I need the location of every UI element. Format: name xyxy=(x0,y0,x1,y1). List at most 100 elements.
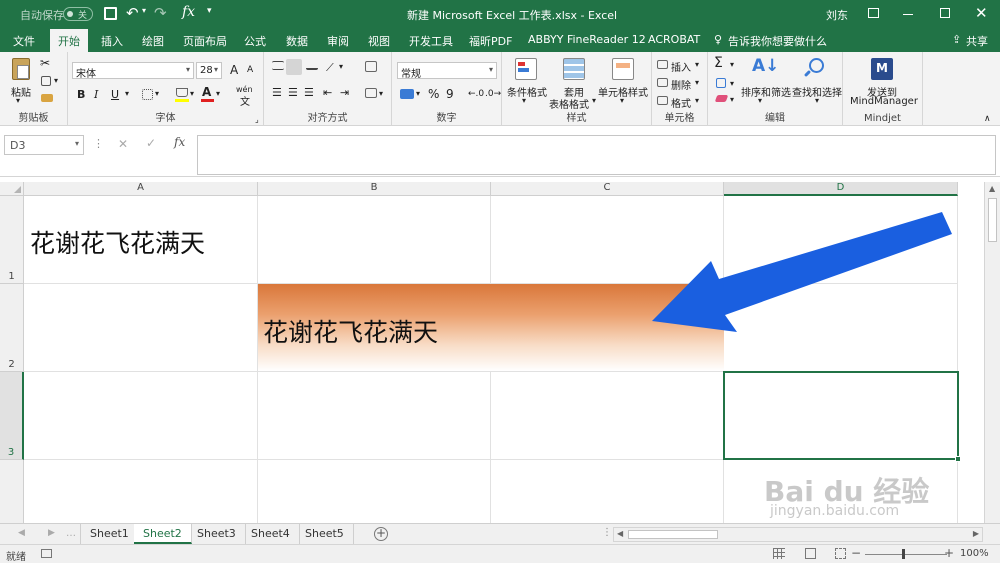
tab-acrobat[interactable]: ACROBAT xyxy=(648,33,700,46)
format-cells-button[interactable]: 格式 xyxy=(671,95,691,110)
merge-center-icon[interactable] xyxy=(365,88,377,98)
sheet-tab-5[interactable]: Sheet5 xyxy=(296,524,354,544)
fill-dropdown-icon[interactable]: ▾ xyxy=(730,79,734,88)
find-select-dropdown-icon[interactable]: ▾ xyxy=(815,96,819,105)
tab-more-icon[interactable]: … xyxy=(66,528,76,539)
font-name-combo[interactable]: 宋体 ▾ xyxy=(72,62,194,80)
align-middle-icon[interactable] xyxy=(286,59,302,75)
delete-cells-button[interactable]: 删除 xyxy=(671,77,691,92)
fill-icon[interactable] xyxy=(716,78,726,88)
redo-icon[interactable]: ↷ xyxy=(154,4,167,22)
conditional-formatting-button[interactable]: 条件格式 xyxy=(507,84,547,99)
tab-data[interactable]: 数据 xyxy=(286,33,308,49)
delete-dropdown-icon[interactable]: ▾ xyxy=(695,78,699,87)
formula-input[interactable] xyxy=(197,135,996,175)
font-color-icon[interactable]: A xyxy=(202,85,211,99)
undo-icon[interactable]: ↶ xyxy=(126,4,139,22)
tab-developer[interactable]: 开发工具 xyxy=(409,33,453,49)
clear-icon[interactable] xyxy=(714,95,729,102)
align-bottom-icon[interactable] xyxy=(306,64,318,70)
cut-icon[interactable]: ✂ xyxy=(40,56,50,70)
conditional-formatting-icon[interactable] xyxy=(515,58,537,80)
format-as-table-dropdown-icon[interactable]: ▾ xyxy=(592,96,596,105)
comma-style-button[interactable]: 9 xyxy=(446,87,454,101)
sheet-tab-1[interactable]: Sheet1 xyxy=(80,524,139,544)
orientation-icon[interactable]: ⟋ xyxy=(326,61,334,75)
mindmanager-button[interactable]: MindManager xyxy=(850,96,918,107)
sheet-tab-4[interactable]: Sheet4 xyxy=(242,524,300,544)
number-format-combo[interactable]: 常规 ▾ xyxy=(397,62,497,80)
tab-home[interactable]: 开始 xyxy=(50,29,88,52)
find-select-icon[interactable] xyxy=(809,58,824,73)
page-break-view-icon[interactable] xyxy=(835,548,846,559)
sort-filter-button[interactable]: 排序和筛选 xyxy=(741,84,791,99)
font-dialog-launcher-icon[interactable]: ⌟ xyxy=(255,115,259,124)
formula-bar-drag-icon[interactable]: ⋮ xyxy=(93,137,104,150)
mindmanager-icon[interactable]: M xyxy=(871,58,893,80)
insert-dropdown-icon[interactable]: ▾ xyxy=(695,60,699,69)
align-center-icon[interactable]: ☰ xyxy=(288,86,298,99)
cell-styles-dropdown-icon[interactable]: ▾ xyxy=(620,96,624,105)
cancel-entry-icon[interactable]: ✕ xyxy=(118,137,128,151)
close-icon[interactable]: ✕ xyxy=(975,4,988,22)
maximize-icon[interactable] xyxy=(940,8,950,18)
shrink-font-icon[interactable]: A xyxy=(247,65,253,75)
new-sheet-button[interactable]: + xyxy=(374,527,388,541)
undo-dropdown-icon[interactable]: ▾ xyxy=(142,6,146,15)
autosum-dropdown-icon[interactable]: ▾ xyxy=(730,60,734,69)
tab-formulas[interactable]: 公式 xyxy=(244,33,266,49)
fill-color-dropdown-icon[interactable]: ▾ xyxy=(190,89,194,98)
format-as-table-icon[interactable] xyxy=(563,58,585,80)
increase-indent-icon[interactable]: ⇥ xyxy=(340,86,349,99)
accounting-format-icon[interactable] xyxy=(400,89,414,99)
ribbon-display-icon[interactable] xyxy=(868,8,879,18)
autosave-toggle[interactable]: 关 xyxy=(63,7,93,21)
tell-me-search[interactable]: 告诉我你想要做什么 xyxy=(728,33,827,49)
underline-button[interactable]: U xyxy=(111,88,119,101)
vertical-scroll-thumb[interactable] xyxy=(988,198,997,242)
accounting-dropdown-icon[interactable]: ▾ xyxy=(416,89,420,98)
copy-dropdown-icon[interactable]: ▾ xyxy=(54,76,58,85)
confirm-entry-icon[interactable]: ✓ xyxy=(146,136,156,150)
font-size-combo[interactable]: 28 ▾ xyxy=(196,62,222,79)
vertical-scrollbar[interactable]: ▲ xyxy=(984,182,1000,523)
zoom-slider[interactable] xyxy=(865,554,947,555)
borders-dropdown-icon[interactable]: ▾ xyxy=(155,89,159,98)
decrease-indent-icon[interactable]: ⇤ xyxy=(323,86,332,99)
zoom-slider-thumb[interactable] xyxy=(902,549,905,559)
grow-font-icon[interactable]: A xyxy=(230,63,238,77)
tab-scroll-left-icon[interactable]: ◀ xyxy=(18,528,25,538)
tab-view[interactable]: 视图 xyxy=(368,33,390,49)
increase-decimal-icon[interactable]: ←.0 xyxy=(468,89,484,99)
insert-function-icon[interactable]: fx xyxy=(174,135,185,149)
cell-styles-icon[interactable] xyxy=(612,58,634,80)
zoom-out-button[interactable]: − xyxy=(851,546,861,560)
conditional-formatting-dropdown-icon[interactable]: ▾ xyxy=(522,96,526,105)
autosum-icon[interactable]: Σ xyxy=(714,55,723,71)
paste-icon[interactable] xyxy=(12,58,30,80)
paste-button[interactable]: 粘贴 xyxy=(11,84,31,99)
tab-foxit-pdf[interactable]: 福昕PDF xyxy=(469,33,512,49)
horizontal-scrollbar[interactable]: ◀ ▶ xyxy=(613,527,983,542)
borders-icon[interactable] xyxy=(142,89,153,100)
sort-filter-dropdown-icon[interactable]: ▾ xyxy=(758,96,762,105)
font-color-dropdown-icon[interactable]: ▾ xyxy=(216,89,220,98)
insert-cells-button[interactable]: 插入 xyxy=(671,59,691,74)
align-left-icon[interactable]: ☰ xyxy=(272,86,282,99)
sheet-tab-3[interactable]: Sheet3 xyxy=(188,524,246,544)
align-right-icon[interactable]: ☰ xyxy=(304,86,314,99)
sort-filter-icon[interactable]: A↓ xyxy=(752,56,779,76)
tab-review[interactable]: 审阅 xyxy=(327,33,349,49)
user-name[interactable]: 刘东 xyxy=(826,7,848,23)
share-icon[interactable]: ⇪ xyxy=(952,33,961,46)
wrap-text-icon[interactable] xyxy=(365,61,377,72)
zoom-in-button[interactable]: + xyxy=(944,546,954,560)
delete-cells-icon[interactable] xyxy=(657,78,668,87)
phonetic-glyph-icon[interactable]: 文 xyxy=(240,93,250,108)
fill-color-icon[interactable] xyxy=(176,88,188,97)
macro-record-icon[interactable] xyxy=(41,549,52,558)
tab-insert[interactable]: 插入 xyxy=(101,33,123,49)
copy-icon[interactable] xyxy=(41,76,51,86)
percent-style-button[interactable]: % xyxy=(428,87,439,101)
bold-button[interactable]: B xyxy=(77,88,85,101)
